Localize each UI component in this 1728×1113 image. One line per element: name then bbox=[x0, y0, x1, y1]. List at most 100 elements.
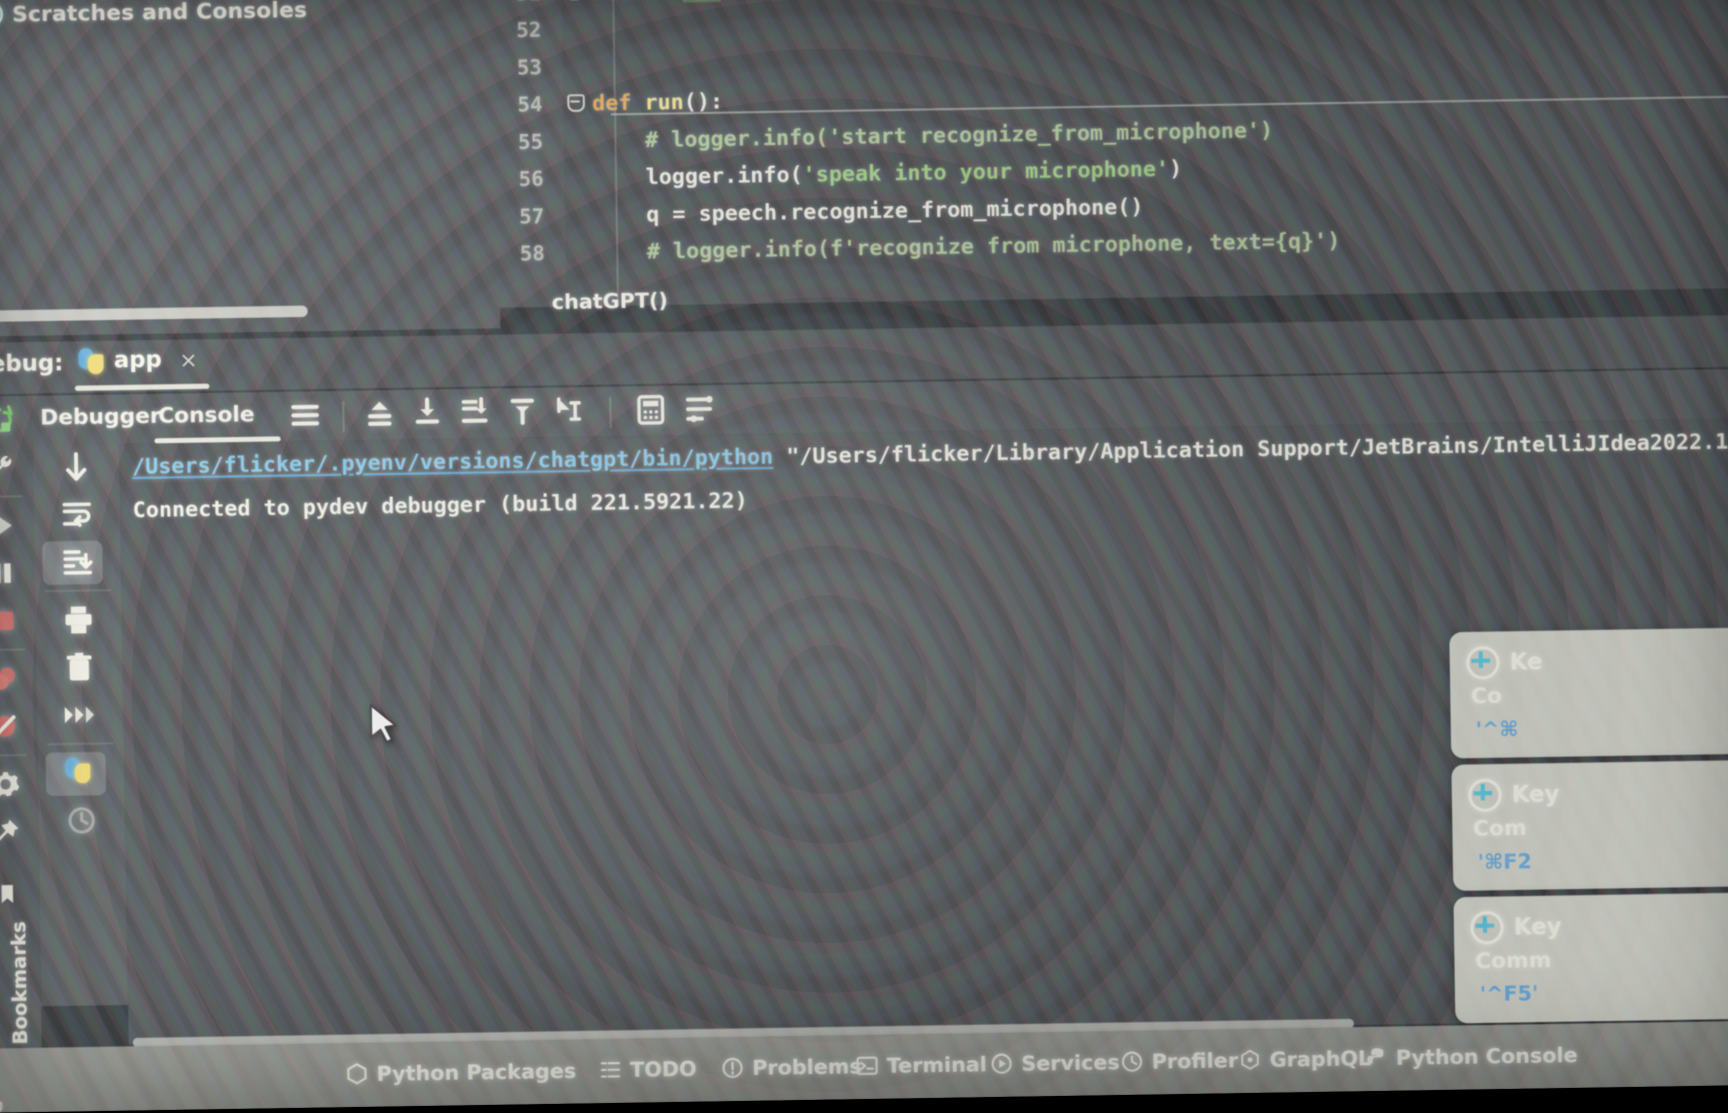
history-button[interactable] bbox=[38, 796, 126, 845]
fast-forward-button[interactable] bbox=[36, 690, 124, 739]
line-number: 55 bbox=[448, 123, 544, 162]
line-number: 54 bbox=[447, 85, 543, 124]
statusbar-item-label: Profiler bbox=[1151, 1048, 1238, 1074]
statusbar-item-label: Problems bbox=[752, 1053, 862, 1080]
fold-marker-icon[interactable] bbox=[567, 94, 585, 112]
toolbar-divider bbox=[609, 397, 612, 428]
terminal-icon bbox=[856, 1054, 879, 1077]
line-number: 57 bbox=[449, 197, 545, 236]
code-text: def run(): bbox=[592, 83, 723, 122]
active-tab-underline bbox=[75, 384, 210, 391]
statusbar-item-label: TODO bbox=[630, 1056, 697, 1082]
console-line: Connected to pydev debugger (build 221.5… bbox=[133, 488, 748, 522]
notification-title: Key bbox=[1512, 781, 1560, 808]
scroll-down-button[interactable] bbox=[32, 442, 120, 491]
notification-popup[interactable]: Key Com '⌘F2 bbox=[1451, 759, 1728, 891]
left-stripe-label-bookmarks[interactable]: Bookmarks bbox=[7, 921, 32, 1045]
notification-subtitle: Com bbox=[1473, 811, 1728, 841]
tab-debugger[interactable]: Debugger bbox=[40, 403, 161, 430]
console-actions-toolbar[interactable] bbox=[32, 394, 129, 1006]
notification-title: Key bbox=[1514, 914, 1562, 941]
tab-console[interactable]: Console bbox=[158, 402, 255, 428]
pause-program-button[interactable] bbox=[0, 549, 35, 598]
stop-button[interactable] bbox=[0, 597, 35, 646]
rerun-button[interactable] bbox=[0, 396, 32, 445]
statusbar-item-python-console[interactable]: Python Console bbox=[1365, 1042, 1578, 1070]
scroll-to-end-button[interactable] bbox=[34, 537, 122, 586]
bookmark-icon bbox=[0, 882, 19, 909]
problems-icon bbox=[721, 1056, 744, 1079]
toolbar-divider bbox=[342, 401, 345, 432]
services-icon bbox=[990, 1052, 1013, 1075]
step-out-button[interactable] bbox=[363, 397, 399, 433]
notification-header: Ke bbox=[1466, 642, 1728, 680]
notification-popup[interactable]: Ke Co '^⌘ bbox=[1449, 627, 1728, 759]
settings-button[interactable] bbox=[0, 760, 38, 809]
python-console-button[interactable] bbox=[37, 748, 125, 797]
line-number: 56 bbox=[448, 160, 544, 199]
key-promoter-icon bbox=[1470, 911, 1504, 945]
statusbar-item-terminal[interactable]: Terminal bbox=[856, 1051, 988, 1078]
key-promoter-icon bbox=[1466, 646, 1500, 680]
code-lines: 51return res525354def run():55 # logger.… bbox=[445, 0, 1728, 308]
statusbar-item-label: Python Packages bbox=[376, 1058, 576, 1086]
statusbar-item-label: Python Console bbox=[1396, 1042, 1578, 1070]
breadcrumb[interactable]: chatGPT() bbox=[552, 287, 668, 314]
debug-settings-button[interactable] bbox=[0, 443, 33, 492]
force-step-into-button[interactable] bbox=[506, 395, 542, 431]
code-editor[interactable]: 51return res525354def run():55 # logger.… bbox=[445, 0, 1728, 308]
statusbar-item-python-packages[interactable]: Python Packages bbox=[345, 1058, 576, 1086]
notification-shortcut: '⌘F2 bbox=[1478, 844, 1728, 874]
step-into-button[interactable] bbox=[458, 396, 494, 432]
soft-wrap-button[interactable] bbox=[33, 490, 121, 539]
project-item-label: Scratches and Consoles bbox=[12, 0, 307, 26]
run-to-cursor-button[interactable] bbox=[553, 394, 589, 430]
pin-tab-button[interactable] bbox=[0, 808, 39, 857]
statusbar-item-profiler[interactable]: Profiler bbox=[1120, 1048, 1238, 1075]
resume-program-button[interactable] bbox=[0, 501, 34, 550]
menu-button[interactable] bbox=[288, 398, 324, 434]
key-promoter-icon bbox=[1468, 778, 1502, 812]
console-text: Connected to pydev debugger (build 221.5… bbox=[133, 488, 748, 522]
editor-area: Scratches and Consoles 51return res52535… bbox=[0, 0, 1728, 345]
notification-header: Key bbox=[1468, 774, 1728, 812]
profiler-icon bbox=[1120, 1050, 1143, 1073]
project-item-scratches-and-consoles[interactable]: Scratches and Consoles bbox=[0, 0, 496, 32]
console-link[interactable]: /Users/flicker/.pyenv/versions/chatgpt/b… bbox=[132, 444, 774, 479]
line-number: 58 bbox=[449, 234, 545, 273]
statusbar-item-problems[interactable]: Problems bbox=[721, 1053, 862, 1080]
python-icon bbox=[1365, 1046, 1388, 1069]
clock-icon bbox=[0, 1, 3, 28]
layout-settings-button[interactable] bbox=[684, 392, 720, 428]
project-tool-window[interactable]: Scratches and Consoles bbox=[0, 0, 500, 337]
mute-breakpoints-button[interactable] bbox=[0, 702, 37, 751]
statusbar-item-todo[interactable]: TODO bbox=[599, 1056, 697, 1082]
view-breakpoints-button[interactable] bbox=[0, 654, 36, 703]
debug-session-name: app bbox=[114, 347, 162, 374]
step-over-button[interactable] bbox=[410, 396, 446, 432]
todo-icon bbox=[599, 1058, 622, 1081]
notification-shortcut: '^F5' bbox=[1480, 977, 1728, 1007]
debug-label: Debug: bbox=[0, 351, 63, 378]
statusbar-item-graphql[interactable]: GraphQL bbox=[1238, 1045, 1371, 1072]
console-text: "/Users/flicker/Library/Application Supp… bbox=[773, 428, 1728, 469]
statusbar-item-services[interactable]: Services bbox=[990, 1049, 1120, 1076]
statusbar-item-label: Terminal bbox=[887, 1051, 987, 1077]
toolbar-divider bbox=[47, 742, 113, 745]
line-number: 53 bbox=[446, 48, 542, 87]
notification-title: Ke bbox=[1510, 649, 1543, 675]
statusbar-item-label: Services bbox=[1021, 1049, 1120, 1075]
toolbar-divider bbox=[0, 754, 27, 757]
notification-subtitle: Co bbox=[1471, 679, 1728, 709]
graphql-icon bbox=[1238, 1048, 1261, 1071]
print-button[interactable] bbox=[35, 595, 123, 644]
toolbar-divider bbox=[0, 495, 23, 498]
project-horizontal-scrollbar[interactable] bbox=[0, 305, 308, 322]
clear-all-button[interactable] bbox=[35, 643, 123, 692]
python-icon bbox=[78, 348, 104, 374]
notification-popup[interactable]: Key Comm '^F5' bbox=[1453, 892, 1728, 1024]
line-number: 52 bbox=[446, 11, 542, 50]
evaluate-expression-button[interactable] bbox=[634, 393, 670, 429]
close-icon[interactable]: × bbox=[179, 347, 198, 372]
debug-session-tab-app[interactable]: app × bbox=[78, 347, 197, 375]
